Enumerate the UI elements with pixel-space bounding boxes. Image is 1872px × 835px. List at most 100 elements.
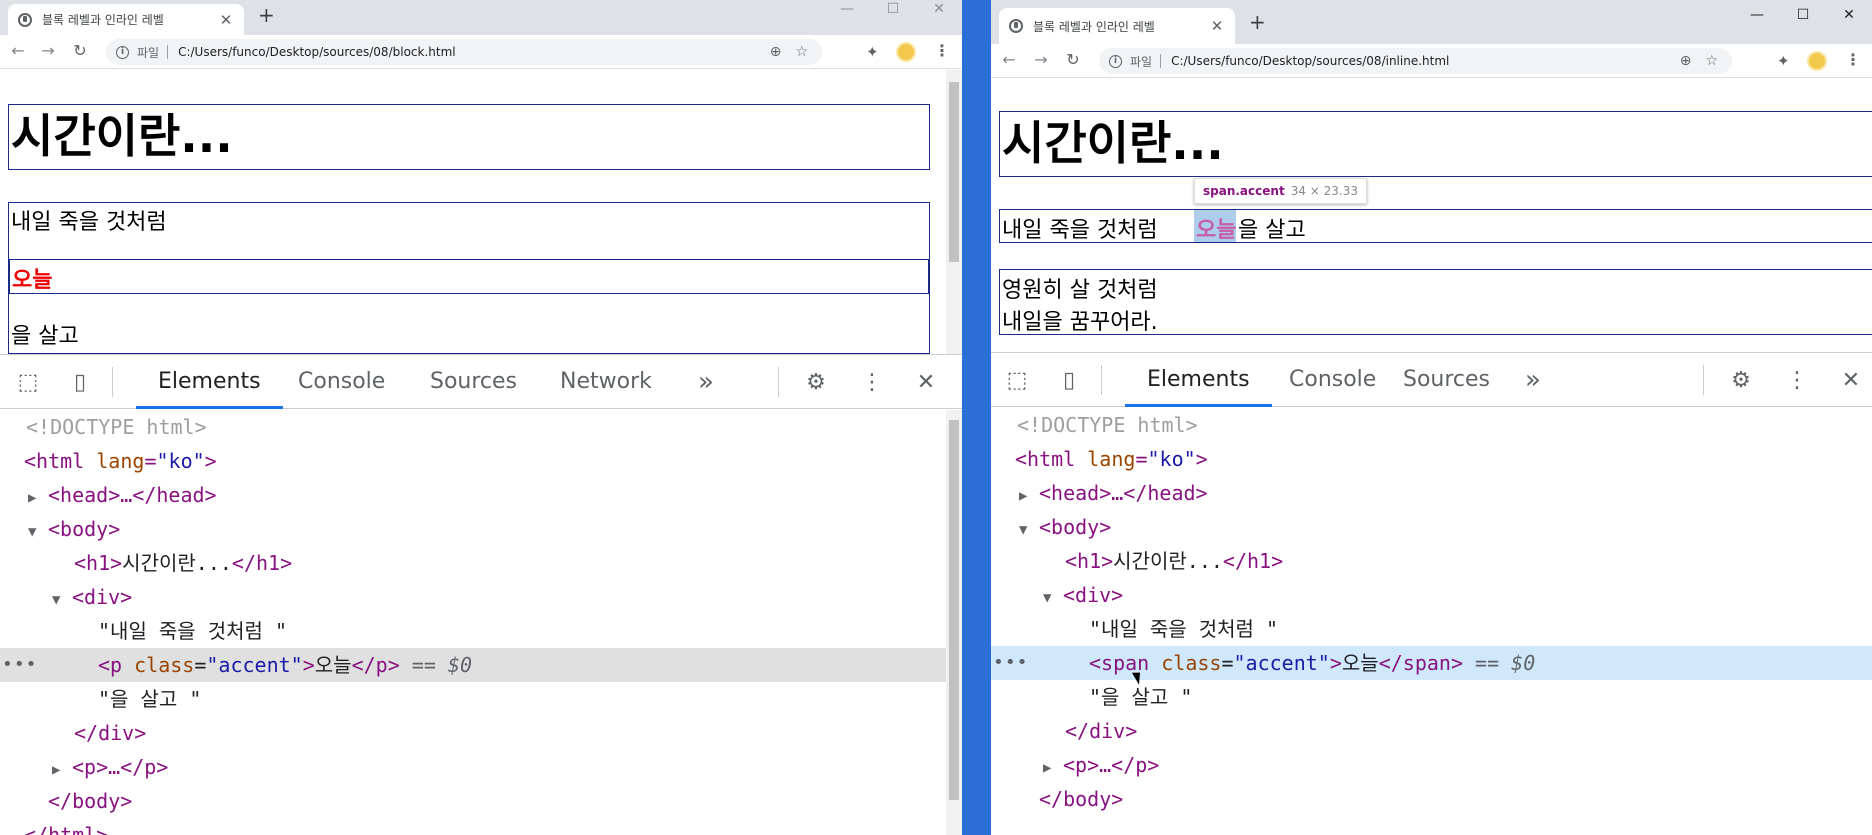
more-options-icon[interactable]: ⋮ [858,369,886,397]
device-toolbar-icon[interactable]: ▯ [1055,367,1083,395]
extensions-icon[interactable]: ✦ [1777,52,1790,70]
minimize-button[interactable]: — [1734,6,1780,22]
url-text[interactable]: C:/Users/funco/Desktop/sources/08/block.… [178,45,770,59]
address-bar[interactable]: i 파일 C:/Users/funco/Desktop/sources/08/b… [106,39,822,65]
tab-elements[interactable]: Elements [136,355,283,409]
back-icon[interactable]: ← [999,50,1019,69]
tab-close-icon[interactable]: ✕ [218,11,234,29]
accent-text: 오늘 [12,268,53,293]
more-tabs-icon[interactable]: » [676,355,736,409]
scroll-thumb[interactable] [949,82,959,262]
dom-line[interactable]: ▼ <div> [0,580,962,614]
maximize-button[interactable]: ☐ [1780,6,1826,22]
new-tab-button[interactable]: + [258,3,275,27]
browser-tab[interactable]: 블록 레벨과 인라인 레벨 ✕ [999,8,1235,44]
expand-triangle-icon[interactable]: ▶ [28,481,48,515]
expand-triangle-icon[interactable]: ▶ [1043,751,1063,785]
body-close: </body> [1039,787,1124,811]
tab-sources[interactable]: Sources [1381,353,1512,407]
dom-line[interactable]: <html lang="ko"> [991,442,1872,476]
minimize-button[interactable]: — [824,0,870,16]
div-close: </div> [1065,719,1138,743]
device-toolbar-icon[interactable]: ▯ [66,369,94,397]
dom-line[interactable]: </div> [991,714,1872,748]
attr-value: "ko" [1147,447,1196,471]
close-devtools-icon[interactable]: ✕ [912,369,940,397]
avatar[interactable] [1807,51,1827,71]
settings-gear-icon[interactable]: ⚙ [1727,367,1755,395]
dom-line[interactable]: </html> [0,818,962,835]
tab-elements[interactable]: Elements [1125,353,1272,407]
devtools-scrollbar[interactable] [946,410,962,835]
dom-line[interactable]: ▶ <head>…</head> [991,476,1872,510]
zoom-icon[interactable]: ⊕ [770,44,782,60]
address-bar[interactable]: i 파일 C:/Users/funco/Desktop/sources/08/i… [1099,48,1732,74]
dom-line-selected[interactable]: ••• <p class="accent">오늘</p> == $0 [0,648,962,682]
reload-icon[interactable]: ↻ [1063,50,1083,69]
dom-line[interactable]: <html lang="ko"> [0,444,962,478]
dom-line[interactable]: ▶ <head>…</head> [0,478,962,512]
collapse-triangle-icon[interactable]: ▼ [1019,513,1039,547]
close-window-button[interactable]: ✕ [1826,6,1872,22]
reload-icon[interactable]: ↻ [70,41,90,60]
expand-triangle-icon[interactable]: ▶ [52,753,72,787]
attr-name: class [122,653,195,677]
url-text[interactable]: C:/Users/funco/Desktop/sources/08/inline… [1171,54,1680,68]
bookmark-star-icon[interactable]: ☆ [1705,53,1718,69]
info-icon[interactable]: i [116,45,129,59]
maximize-button[interactable]: ☐ [870,0,916,16]
ellipsis-icon[interactable]: ••• [993,646,1029,680]
tab-network[interactable]: Network [538,355,674,409]
dom-line[interactable]: </body> [991,782,1872,816]
dom-line[interactable]: </div> [0,716,962,750]
zoom-icon[interactable]: ⊕ [1680,53,1692,69]
dom-line[interactable]: </body> [0,784,962,818]
forward-icon[interactable]: → [38,41,58,60]
dom-line[interactable]: ▶ <p>…</p> [0,750,962,784]
dom-line[interactable]: <h1>시간이란...</h1> [0,546,962,580]
tab-sources[interactable]: Sources [408,355,539,409]
tab-strip: 블록 레벨과 인라인 레벨 ✕ + — ☐ ✕ [0,0,962,35]
collapse-triangle-icon[interactable]: ▼ [1043,581,1063,615]
dom-line[interactable]: <!DOCTYPE html> [0,410,962,444]
more-tabs-icon[interactable]: » [1503,353,1563,407]
back-icon[interactable]: ← [8,41,28,60]
more-options-icon[interactable]: ⋮ [1783,367,1811,395]
dom-line[interactable]: "을 살고 " [0,682,962,716]
close-devtools-icon[interactable]: ✕ [1837,367,1865,395]
collapse-triangle-icon[interactable]: ▼ [52,583,72,617]
attr-name: lang [96,449,145,473]
dom-line[interactable]: ▼ <div> [991,578,1872,612]
extensions-icon[interactable]: ✦ [866,43,879,61]
dom-line[interactable]: <h1>시간이란...</h1> [991,544,1872,578]
page-scrollbar[interactable] [946,70,962,354]
dom-line[interactable]: <!DOCTYPE html> [991,408,1872,442]
collapse-triangle-icon[interactable]: ▼ [28,515,48,549]
menu-kebab-icon[interactable]: ⋮ [934,41,950,60]
close-window-button[interactable]: ✕ [916,0,962,16]
inspect-element-icon[interactable]: ⬚ [14,369,42,397]
dom-line[interactable]: ▼ <body> [0,512,962,546]
dom-tree: <!DOCTYPE html> <html lang="ko"> ▶ <head>… [0,410,962,835]
tab-close-icon[interactable]: ✕ [1209,17,1225,35]
dom-line[interactable]: ▼ <body> [991,510,1872,544]
tab-console[interactable]: Console [1267,353,1398,407]
dom-line-selected[interactable]: ••• <span class="accent">오늘</span> == $0 [991,646,1872,680]
settings-gear-icon[interactable]: ⚙ [802,369,830,397]
dom-line[interactable]: "내일 죽을 것처럼 " [991,612,1872,646]
info-icon[interactable]: i [1109,54,1122,68]
scroll-thumb[interactable] [949,420,959,800]
browser-tab[interactable]: 블록 레벨과 인라인 레벨 ✕ [8,4,244,35]
expand-triangle-icon[interactable]: ▶ [1019,479,1039,513]
ellipsis-icon[interactable]: ••• [2,648,38,682]
dom-line[interactable]: ▶ <p>…</p> [991,748,1872,782]
inspect-element-icon[interactable]: ⬚ [1003,367,1031,395]
tab-console[interactable]: Console [276,355,407,409]
dom-line[interactable]: "내일 죽을 것처럼 " [0,614,962,648]
new-tab-button[interactable]: + [1249,10,1266,34]
dom-line[interactable]: "을 살고 " [991,680,1872,714]
menu-kebab-icon[interactable]: ⋮ [1845,50,1861,69]
bookmark-star-icon[interactable]: ☆ [795,44,808,60]
avatar[interactable] [896,42,916,62]
forward-icon[interactable]: → [1031,50,1051,69]
